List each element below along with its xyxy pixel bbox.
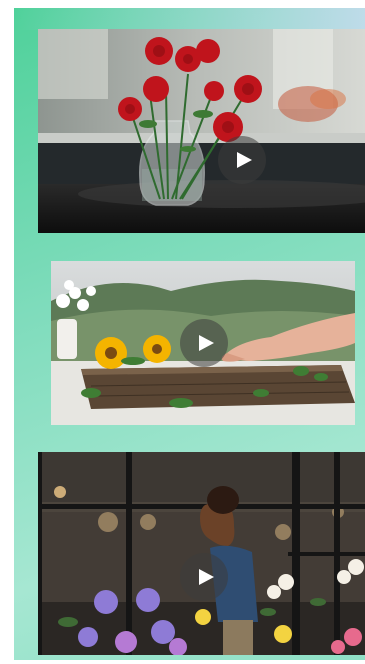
- red-flowers-image: [38, 29, 365, 233]
- play-icon: [236, 152, 252, 168]
- play-button[interactable]: [180, 319, 228, 367]
- video-thumbnail-sunflowers[interactable]: [51, 261, 355, 425]
- play-button[interactable]: [218, 136, 266, 184]
- play-button[interactable]: [180, 553, 228, 601]
- video-thumbnail-red-flowers[interactable]: [38, 29, 365, 233]
- video-thumbnail-flower-shop[interactable]: [38, 452, 365, 655]
- play-icon: [198, 569, 214, 585]
- play-icon: [198, 335, 214, 351]
